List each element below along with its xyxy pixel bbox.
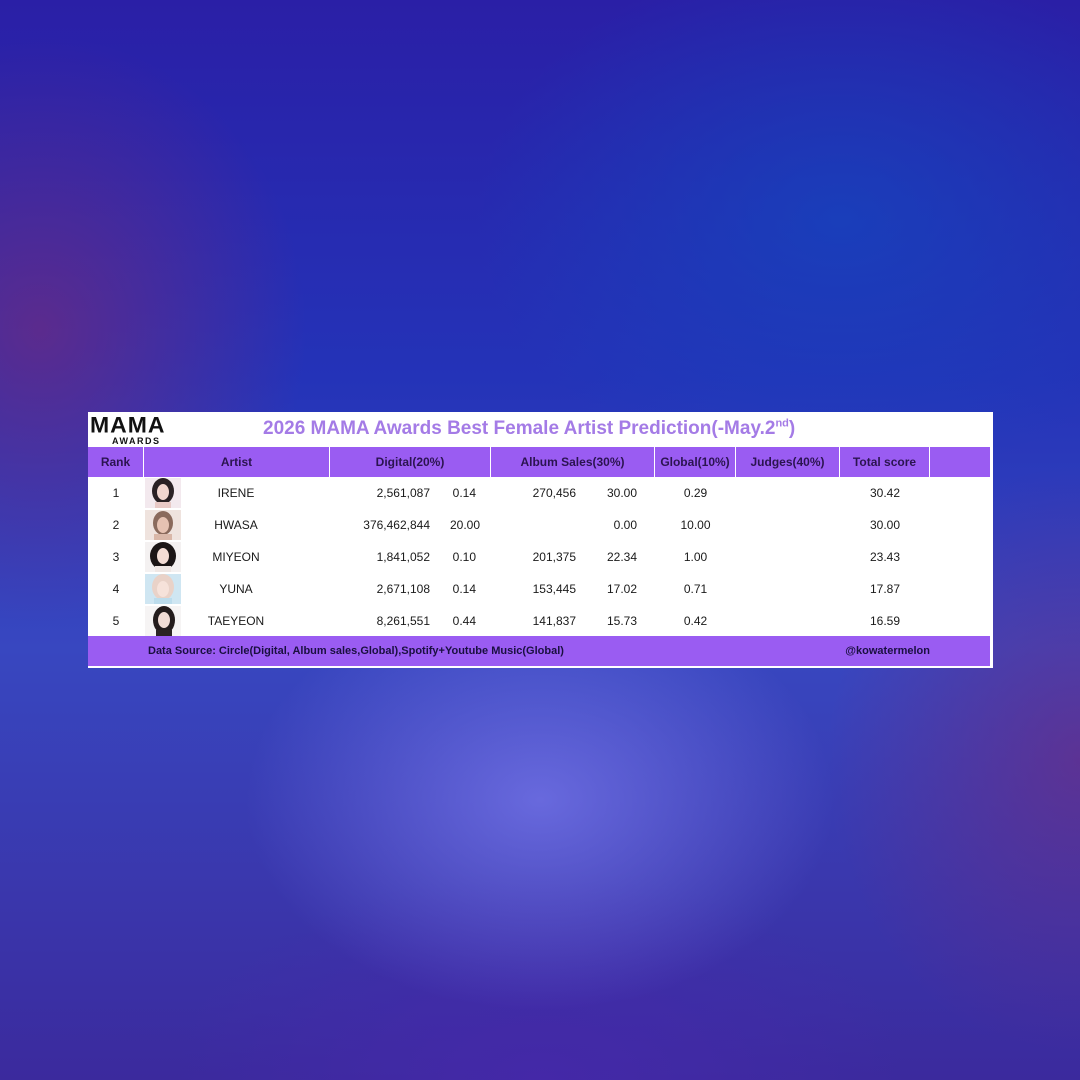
artist-name: IRENE bbox=[217, 486, 255, 500]
album-value: 153,445 bbox=[532, 582, 576, 596]
digital-value: 2,561,087 bbox=[376, 486, 430, 500]
global-score: 0.71 bbox=[683, 582, 708, 596]
total-score: 23.43 bbox=[869, 550, 901, 564]
table-header: Rank Artist Digital(20%) Album Sales(30%… bbox=[88, 447, 990, 477]
ranking-table-card: MAMA AWARDS 2026 MAMA Awards Best Female… bbox=[88, 412, 993, 668]
digital-score: 0.14 bbox=[452, 582, 476, 596]
artist-photo bbox=[145, 542, 181, 572]
author-handle: @kowatermelon bbox=[845, 645, 930, 657]
digital-value: 376,462,844 bbox=[363, 518, 430, 532]
judges-score bbox=[736, 541, 840, 573]
digital-score: 20.00 bbox=[449, 518, 480, 532]
total-score: 30.42 bbox=[869, 486, 901, 500]
album-value: 141,837 bbox=[532, 614, 576, 628]
artist-photo bbox=[145, 510, 181, 540]
rank-cell: 2 bbox=[112, 518, 120, 532]
artist-photo bbox=[145, 574, 181, 604]
header-artist: Artist bbox=[144, 447, 330, 477]
digital-value: 1,841,052 bbox=[376, 550, 430, 564]
digital-score: 0.14 bbox=[452, 486, 476, 500]
album-score: 15.73 bbox=[606, 614, 637, 628]
mama-awards-logo: MAMA AWARDS bbox=[90, 414, 182, 450]
artist-photo bbox=[145, 606, 181, 636]
table-row: 5 TAEYEON 8,261,551 0.44 141,837 15.73 0… bbox=[88, 605, 990, 637]
global-score: 0.42 bbox=[683, 614, 708, 628]
album-value bbox=[491, 509, 576, 541]
rank-cell: 4 bbox=[112, 582, 120, 596]
rank-cell: 3 bbox=[112, 550, 120, 564]
title-superscript: nd bbox=[775, 417, 789, 430]
album-value: 201,375 bbox=[532, 550, 576, 564]
album-score: 30.00 bbox=[606, 486, 637, 500]
header-total-score: Total score bbox=[840, 447, 930, 477]
global-score: 0.29 bbox=[683, 486, 708, 500]
judges-score bbox=[736, 605, 840, 637]
header-rank: Rank bbox=[88, 447, 144, 477]
table-row: 2 HWASA 376,462,844 20.00 0.00 10.00 30.… bbox=[88, 509, 990, 541]
digital-value: 2,671,108 bbox=[376, 582, 430, 596]
total-score: 17.87 bbox=[869, 582, 901, 596]
table-row: 3 MIYEON 1,841,052 0.10 201,375 22.34 1.… bbox=[88, 541, 990, 573]
total-score: 30.00 bbox=[869, 518, 901, 532]
title-suffix: ) bbox=[788, 418, 796, 439]
header-blank bbox=[930, 447, 990, 477]
table-row: 4 YUNA 2,671,108 0.14 153,445 17.02 0.71… bbox=[88, 573, 990, 605]
data-source-note: Data Source: Circle(Digital, Album sales… bbox=[148, 645, 564, 657]
artist-name: HWASA bbox=[214, 518, 258, 532]
logo-sub-text: AWARDS bbox=[112, 436, 161, 446]
artist-name: TAEYEON bbox=[207, 614, 265, 628]
title-text: 2026 MAMA Awards Best Female Artist Pred… bbox=[263, 418, 776, 439]
judges-score bbox=[736, 573, 840, 605]
total-score: 16.59 bbox=[869, 614, 901, 628]
global-score: 10.00 bbox=[680, 518, 711, 532]
album-score: 17.02 bbox=[606, 582, 637, 596]
album-score: 0.00 bbox=[613, 518, 637, 532]
header-album-sales: Album Sales(30%) bbox=[491, 447, 655, 477]
header-digital: Digital(20%) bbox=[330, 447, 491, 477]
header-judges: Judges(40%) bbox=[736, 447, 840, 477]
digital-value: 8,261,551 bbox=[376, 614, 430, 628]
judges-score bbox=[736, 509, 840, 541]
global-score: 1.00 bbox=[683, 550, 708, 564]
rank-cell: 1 bbox=[112, 486, 120, 500]
page-title: 2026 MAMA Awards Best Female Artist Pred… bbox=[263, 418, 795, 442]
logo-main-text: MAMA bbox=[90, 412, 166, 438]
artist-photo bbox=[145, 478, 181, 508]
digital-score: 0.44 bbox=[452, 614, 476, 628]
album-value: 270,456 bbox=[532, 486, 576, 500]
digital-score: 0.10 bbox=[452, 550, 476, 564]
album-score: 22.34 bbox=[606, 550, 637, 564]
rank-cell: 5 bbox=[112, 614, 120, 628]
artist-name: YUNA bbox=[219, 582, 253, 596]
artist-name: MIYEON bbox=[212, 550, 260, 564]
table-footer: Data Source: Circle(Digital, Album sales… bbox=[88, 636, 990, 666]
header-global: Global(10%) bbox=[655, 447, 736, 477]
judges-score bbox=[736, 477, 840, 509]
table-row: 1 IRENE 2,561,087 0.14 270,456 30.00 0.2… bbox=[88, 477, 990, 509]
